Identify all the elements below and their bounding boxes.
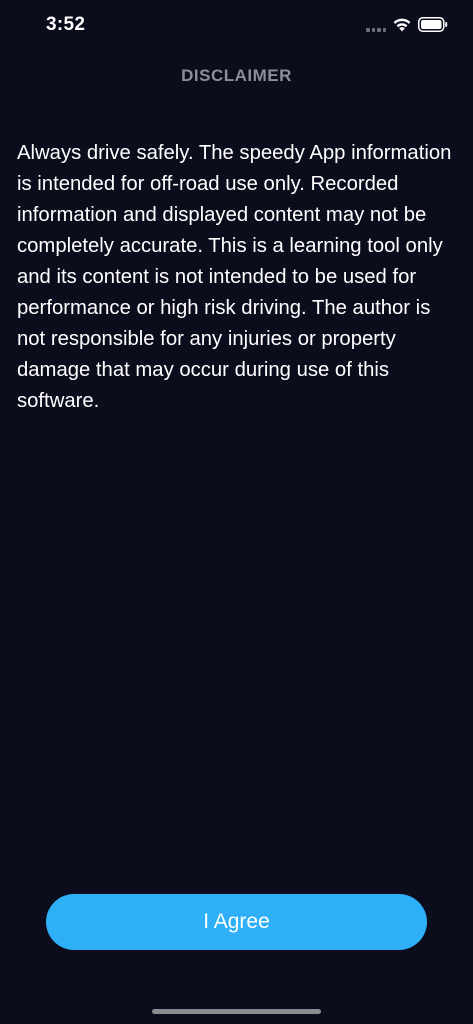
disclaimer-text: Always drive safely. The speedy App info… (17, 142, 452, 412)
home-indicator[interactable] (152, 1009, 321, 1014)
cellular-signal-icon (366, 28, 386, 32)
page-title: DISCLAIMER (181, 66, 292, 85)
wifi-icon (393, 18, 411, 32)
status-bar: 3:52 (0, 0, 473, 52)
status-time: 3:52 (46, 14, 86, 35)
battery-icon (418, 17, 448, 32)
agree-button[interactable]: I Agree (46, 894, 427, 950)
disclaimer-screen: 3:52 DISCLAIMER Always drive safely. The… (0, 0, 473, 1024)
